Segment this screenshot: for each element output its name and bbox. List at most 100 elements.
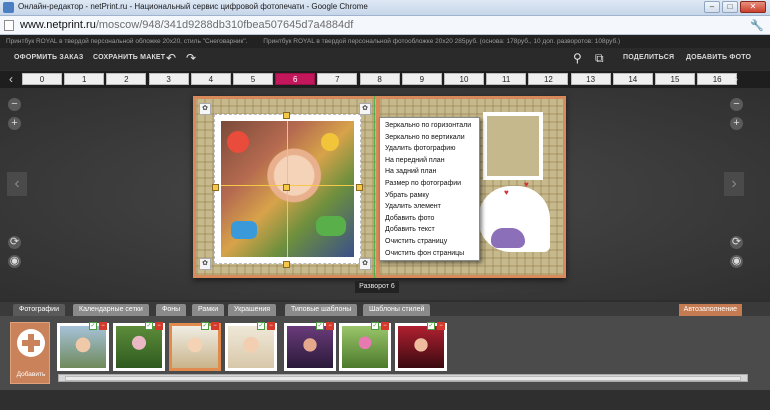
order-button[interactable]: ОФОРМИТЬ ЗАКАЗ [14,54,84,61]
window-controls: – □ ✕ [704,1,766,13]
page-tab-12[interactable]: 12 [528,73,569,85]
photo-thumb[interactable]: ✓ − [395,322,447,371]
tab-photos[interactable]: Фотографии [13,304,66,316]
zoom-in-right-icon[interactable]: + [730,117,743,130]
prev-spread-icon[interactable]: ‹ [7,172,27,196]
check-icon[interactable]: ✓ [201,322,209,330]
check-icon[interactable]: ✓ [89,322,97,330]
context-menu-item[interactable]: Зеркально по горизонтали [380,120,479,132]
rotate-icon[interactable]: ⟳ [8,236,21,249]
wrench-icon[interactable]: 🔧 [750,19,764,32]
preview-right-icon[interactable]: ◉ [730,255,743,268]
context-menu-item[interactable]: Удалить фотографию [380,143,479,155]
move-handle[interactable] [283,184,290,191]
check-icon[interactable]: ✓ [371,322,379,330]
page-tab-10[interactable]: 10 [444,73,484,85]
page-tab-1[interactable]: 1 [64,73,105,85]
photo-thumb[interactable]: ✓ − [284,322,336,371]
minimize-button[interactable]: – [704,1,720,13]
fullscreen-icon[interactable]: ⧉ [595,51,604,66]
page-tab-13[interactable]: 13 [570,73,611,85]
tab-calendar[interactable]: Календарные сетки [73,304,149,316]
resize-handle-top[interactable] [283,112,290,119]
photo-thumb[interactable]: ✓ − [339,322,391,371]
delete-icon[interactable]: − [155,322,163,330]
add-photo-tile[interactable]: Добавить [10,322,50,384]
tab-style-templates[interactable]: Шаблоны стилей [363,304,431,316]
save-layout-button[interactable]: СОХРАНИТЬ МАКЕТ [93,54,165,61]
photo-frame-right-top[interactable] [483,112,543,180]
zoom-icon[interactable]: ⚲ [573,51,582,65]
zoom-in-icon[interactable]: + [8,117,21,130]
photo-thumb[interactable]: ✓ − [113,322,165,371]
close-button[interactable]: ✕ [740,1,766,13]
scrollbar-thumb[interactable] [65,376,741,381]
undo-icon[interactable]: ↶ [166,51,176,65]
page-tab-7[interactable]: 7 [317,73,358,85]
page-tab-6[interactable]: 6 [275,73,316,85]
check-icon[interactable]: ✓ [316,322,324,330]
photo-thumb[interactable]: ✓ − [57,322,109,371]
delete-icon[interactable]: − [99,322,107,330]
page-tab-14[interactable]: 14 [612,73,653,85]
context-menu-item[interactable]: Добавить текст [380,224,479,236]
bottom-bar [0,390,770,410]
pages-next-icon[interactable]: › [734,72,738,86]
delete-icon[interactable]: − [381,322,389,330]
page-icon [4,20,14,31]
resize-handle-bottom[interactable] [283,261,290,268]
context-menu-item[interactable]: Удалить элемент [380,201,479,213]
address-bar[interactable]: www.netprint.ru/moscow/948/341d9288db310… [0,16,770,35]
context-menu-item[interactable]: Очистить страницу [380,236,479,248]
maximize-button[interactable]: □ [722,1,738,13]
next-spread-icon[interactable]: › [724,172,744,196]
rotate-right-icon[interactable]: ⟳ [730,236,743,249]
page-tab-0[interactable]: 0 [22,73,62,85]
url-text[interactable]: www.netprint.ru/moscow/948/341d9288db310… [20,19,353,31]
delete-icon[interactable]: − [267,322,275,330]
delete-icon[interactable]: − [211,322,219,330]
tab-templates[interactable]: Типовые шаблоны [285,304,358,316]
page-tab-8[interactable]: 8 [359,73,400,85]
tab-backgrounds[interactable]: Фоны [156,304,187,316]
hippo-sticker[interactable] [491,228,525,248]
tab-decorations[interactable]: Украшения [228,304,277,316]
zoom-out-right-icon[interactable]: − [730,98,743,111]
context-menu-item[interactable]: Очистить фон страницы [380,248,479,260]
photo-thumb[interactable]: ✓ − [225,322,277,371]
add-photo-button[interactable]: ДОБАВИТЬ ФОТО [686,54,751,61]
page-tab-5[interactable]: 5 [233,73,273,85]
pages-prev-icon[interactable]: ‹ [9,72,13,86]
page-tab-11[interactable]: 11 [486,73,527,85]
context-menu-item[interactable]: Зеркально по вертикали [380,132,479,144]
delete-icon[interactable]: − [437,322,445,330]
context-menu-item[interactable]: На передний план [380,155,479,167]
page-tab-2[interactable]: 2 [106,73,147,85]
check-icon[interactable]: ✓ [145,322,153,330]
window-title: Онлайн-редактор - netPrint.ru - Национал… [18,2,368,11]
page-tab-3[interactable]: 3 [148,73,189,85]
zoom-out-icon[interactable]: − [8,98,21,111]
check-icon[interactable]: ✓ [427,322,435,330]
asset-tabs: Фотографии Календарные сетки Фоны Рамки … [0,302,770,316]
context-menu-item[interactable]: Размер по фотографии [380,178,479,190]
autofill-button[interactable]: Автозаполнение [678,304,742,316]
delete-icon[interactable]: − [326,322,334,330]
photo-thumb-selected[interactable]: ✓ − [169,322,221,371]
page-tab-16[interactable]: 16 [697,73,738,85]
preview-icon[interactable]: ◉ [8,255,21,268]
tab-frames[interactable]: Рамки [192,304,225,316]
resize-handle-right[interactable] [356,184,363,191]
context-menu-item[interactable]: На задний план [380,166,479,178]
page-tab-4[interactable]: 4 [190,73,231,85]
check-icon[interactable]: ✓ [257,322,265,330]
share-button[interactable]: ПОДЕЛИТЬСЯ [623,54,674,61]
redo-icon[interactable]: ↷ [186,51,196,65]
page-tab-9[interactable]: 9 [401,73,442,85]
resize-handle-left[interactable] [212,184,219,191]
context-menu-item[interactable]: Убрать рамку [380,190,479,202]
tray-scrollbar[interactable] [58,374,748,382]
page-tab-15[interactable]: 15 [655,73,695,85]
corner-ornament: ✿ [199,258,211,270]
context-menu-item[interactable]: Добавить фото [380,213,479,225]
